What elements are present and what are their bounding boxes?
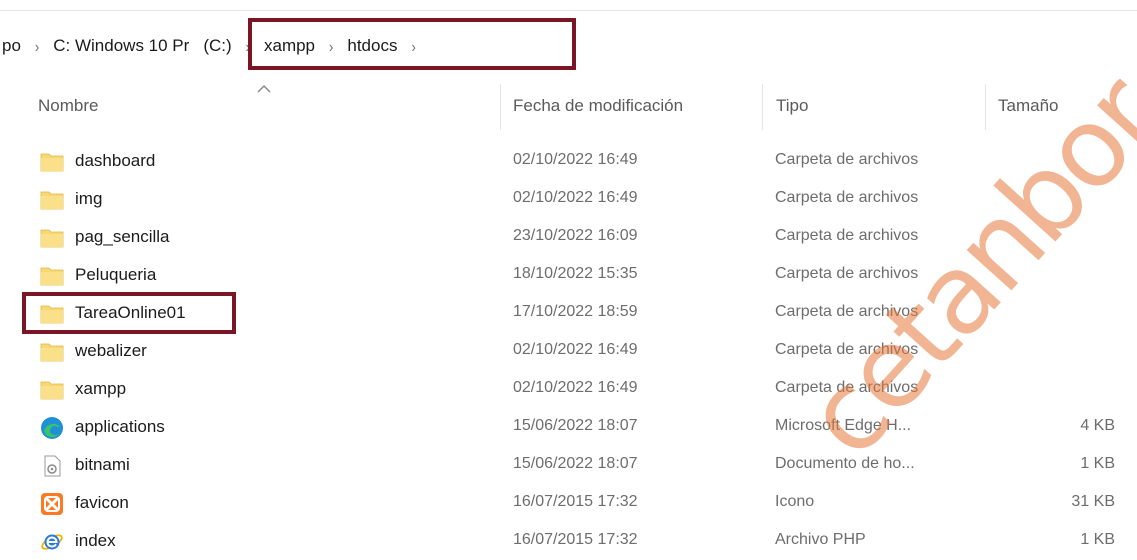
file-name: xampp <box>75 379 127 398</box>
file-type: Archivo PHP <box>775 531 866 548</box>
file-type: Carpeta de archivos <box>775 379 919 396</box>
file-name: bitnami <box>75 455 130 474</box>
file-name: TareaOnline01 <box>75 303 186 322</box>
column-separator[interactable] <box>500 84 501 130</box>
file-date: 02/10/2022 16:49 <box>513 379 638 396</box>
edge-icon <box>41 417 63 439</box>
file-date: 16/07/2015 17:32 <box>513 531 638 548</box>
file-date: 17/10/2022 18:59 <box>513 303 638 320</box>
file-type: Microsoft Edge H... <box>775 417 912 434</box>
file-date: 16/07/2015 17:32 <box>513 493 638 510</box>
file-type: Carpeta de archivos <box>775 265 919 282</box>
breadcrumb-item-drive-letter[interactable]: (C:) <box>203 36 231 56</box>
file-name: dashboard <box>75 151 156 170</box>
file-size: 4 KB <box>1080 417 1115 434</box>
file-date: 02/10/2022 16:49 <box>513 151 638 168</box>
file-date: 02/10/2022 16:49 <box>513 341 638 358</box>
file-name: applications <box>75 417 165 436</box>
folder-icon <box>40 153 64 172</box>
xampp-favicon-icon <box>41 493 63 515</box>
column-header-date[interactable]: Fecha de modificación <box>513 96 683 116</box>
chevron-right-icon: › <box>34 37 40 55</box>
file-type: Carpeta de archivos <box>775 227 919 244</box>
breadcrumb-item-drive[interactable]: C: Windows 10 Pr <box>53 36 189 56</box>
folder-icon <box>40 343 64 362</box>
file-row-peluqueria[interactable]: Peluqueria 18/10/2022 15:35 Carpeta de a… <box>0 256 1137 294</box>
file-type: Carpeta de archivos <box>775 303 919 320</box>
ie-icon <box>41 534 63 550</box>
file-row-pag-sencilla[interactable]: pag_sencilla 23/10/2022 16:09 Carpeta de… <box>0 218 1137 256</box>
chevron-right-icon: › <box>329 37 334 55</box>
folder-icon <box>40 305 64 324</box>
file-name: favicon <box>75 493 129 512</box>
file-type: Documento de ho... <box>775 455 915 472</box>
file-name: img <box>75 189 103 208</box>
file-size: 1 KB <box>1080 531 1115 548</box>
column-separator[interactable] <box>985 84 986 130</box>
folder-icon <box>40 267 64 286</box>
file-date: 15/06/2022 18:07 <box>513 417 638 434</box>
file-date: 18/10/2022 15:35 <box>513 265 638 282</box>
breadcrumb-item-htdocs[interactable]: htdocs <box>347 36 397 56</box>
file-type: Carpeta de archivos <box>775 151 919 168</box>
file-date: 02/10/2022 16:49 <box>513 189 638 206</box>
file-row-bitnami[interactable]: bitnami 15/06/2022 18:07 Documento de ho… <box>0 446 1137 484</box>
folder-icon <box>40 381 64 400</box>
toolbar-divider <box>0 0 1137 11</box>
address-breadcrumb[interactable]: po › C: Windows 10 Pr (C:) › xampp › htd… <box>0 30 430 62</box>
file-type: Icono <box>775 493 815 510</box>
file-row-tareaonline01[interactable]: TareaOnline01 17/10/2022 18:59 Carpeta d… <box>0 294 1137 332</box>
column-separator[interactable] <box>762 84 763 130</box>
column-header-name[interactable]: Nombre <box>38 96 98 116</box>
file-type: Carpeta de archivos <box>775 341 919 358</box>
file-date: 23/10/2022 16:09 <box>513 227 638 244</box>
file-row-webalizer[interactable]: webalizer 02/10/2022 16:49 Carpeta de ar… <box>0 332 1137 370</box>
column-header-size[interactable]: Tamaño <box>998 96 1058 116</box>
file-row-dashboard[interactable]: dashboard 02/10/2022 16:49 Carpeta de ar… <box>0 142 1137 180</box>
file-type: Carpeta de archivos <box>775 189 919 206</box>
chevron-right-icon: › <box>411 37 416 55</box>
file-row-img[interactable]: img 02/10/2022 16:49 Carpeta de archivos <box>0 180 1137 218</box>
file-size: 1 KB <box>1080 455 1115 472</box>
file-row-favicon[interactable]: favicon 16/07/2015 17:32 Icono 31 KB <box>0 484 1137 522</box>
folder-icon <box>40 229 64 248</box>
file-row-xampp[interactable]: xampp 02/10/2022 16:49 Carpeta de archiv… <box>0 370 1137 408</box>
file-row-index[interactable]: index 16/07/2015 17:32 Archivo PHP 1 KB <box>0 522 1137 560</box>
stylesheet-doc-icon <box>44 455 61 477</box>
file-date: 15/06/2022 18:07 <box>513 455 638 472</box>
breadcrumb-item-equipo[interactable]: po <box>2 36 21 56</box>
folder-icon <box>40 191 64 210</box>
file-name: webalizer <box>75 341 147 360</box>
file-name: index <box>75 531 116 550</box>
file-size: 31 KB <box>1071 493 1115 510</box>
file-row-applications[interactable]: applications 15/06/2022 18:07 Microsoft … <box>0 408 1137 446</box>
sort-ascending-icon[interactable] <box>257 84 271 94</box>
breadcrumb-item-xampp[interactable]: xampp <box>264 36 315 56</box>
chevron-right-icon: › <box>245 37 250 55</box>
column-header-type[interactable]: Tipo <box>776 96 808 116</box>
file-name: pag_sencilla <box>75 227 170 246</box>
file-name: Peluqueria <box>75 265 157 284</box>
